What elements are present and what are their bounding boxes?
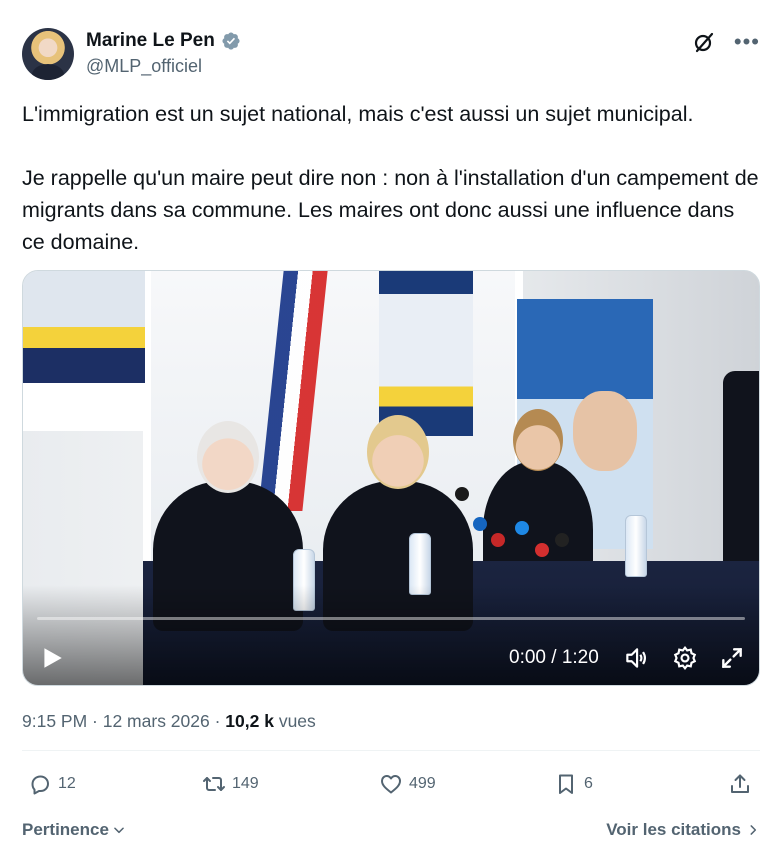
views-count: 10,2 k bbox=[225, 711, 274, 731]
views-label: vues bbox=[278, 711, 316, 731]
repost-button[interactable]: 149 bbox=[202, 772, 259, 796]
reply-count: 12 bbox=[58, 775, 76, 792]
action-bar: 12 149 499 6 bbox=[0, 772, 782, 808]
like-icon bbox=[381, 775, 401, 794]
top-actions: ••• bbox=[692, 30, 760, 54]
verified-badge-icon bbox=[222, 32, 240, 50]
fullscreen-icon[interactable] bbox=[719, 645, 745, 671]
reply-icon bbox=[31, 775, 49, 795]
tweet-paragraph: L'immigration est un sujet national, mai… bbox=[22, 102, 694, 126]
sort-label: Pertinence bbox=[22, 820, 109, 839]
share-icon bbox=[731, 774, 749, 793]
more-icon[interactable]: ••• bbox=[734, 31, 760, 53]
chevron-right-icon bbox=[750, 825, 757, 835]
like-count: 499 bbox=[409, 775, 436, 792]
chevron-down-icon bbox=[114, 827, 124, 834]
author-name-row: Marine Le Pen bbox=[86, 30, 241, 52]
author-display-name[interactable]: Marine Le Pen bbox=[86, 30, 215, 52]
play-icon[interactable] bbox=[39, 645, 65, 671]
divider bbox=[22, 750, 760, 751]
bookmark-icon bbox=[559, 774, 573, 794]
quotes-label: Voir les citations bbox=[606, 820, 741, 839]
video-time: 0:00 / 1:20 bbox=[509, 647, 599, 668]
bookmark-button[interactable]: 6 bbox=[554, 772, 593, 796]
reply-button[interactable]: 12 bbox=[28, 772, 76, 796]
author-handle[interactable]: @MLP_officiel bbox=[86, 56, 202, 77]
grok-icon[interactable] bbox=[692, 30, 716, 54]
replies-footer: Pertinence Voir les citations bbox=[22, 820, 760, 840]
bookmark-count: 6 bbox=[584, 775, 593, 792]
repost-count: 149 bbox=[232, 775, 259, 792]
volume-icon[interactable] bbox=[623, 645, 649, 671]
video-player[interactable]: 0:00 / 1:20 bbox=[22, 270, 760, 686]
tweet-timestamp[interactable]: 9:15 PM · 12 mars 2026 · bbox=[22, 711, 220, 731]
tweet-paragraph: Je rappelle qu'un maire peut dire non : … bbox=[22, 166, 759, 254]
video-progress-bar[interactable] bbox=[37, 617, 745, 620]
sort-dropdown[interactable]: Pertinence bbox=[22, 820, 126, 840]
share-button[interactable] bbox=[728, 772, 752, 796]
like-button[interactable]: 499 bbox=[379, 772, 436, 796]
tweet-text: L'immigration est un sujet national, mai… bbox=[22, 98, 762, 258]
view-quotes-link[interactable]: Voir les citations bbox=[606, 820, 760, 840]
author-avatar[interactable] bbox=[22, 28, 74, 80]
tweet-meta: 9:15 PM · 12 mars 2026 · 10,2 k vues bbox=[22, 711, 316, 732]
repost-icon bbox=[203, 777, 225, 791]
settings-icon[interactable] bbox=[672, 645, 698, 671]
